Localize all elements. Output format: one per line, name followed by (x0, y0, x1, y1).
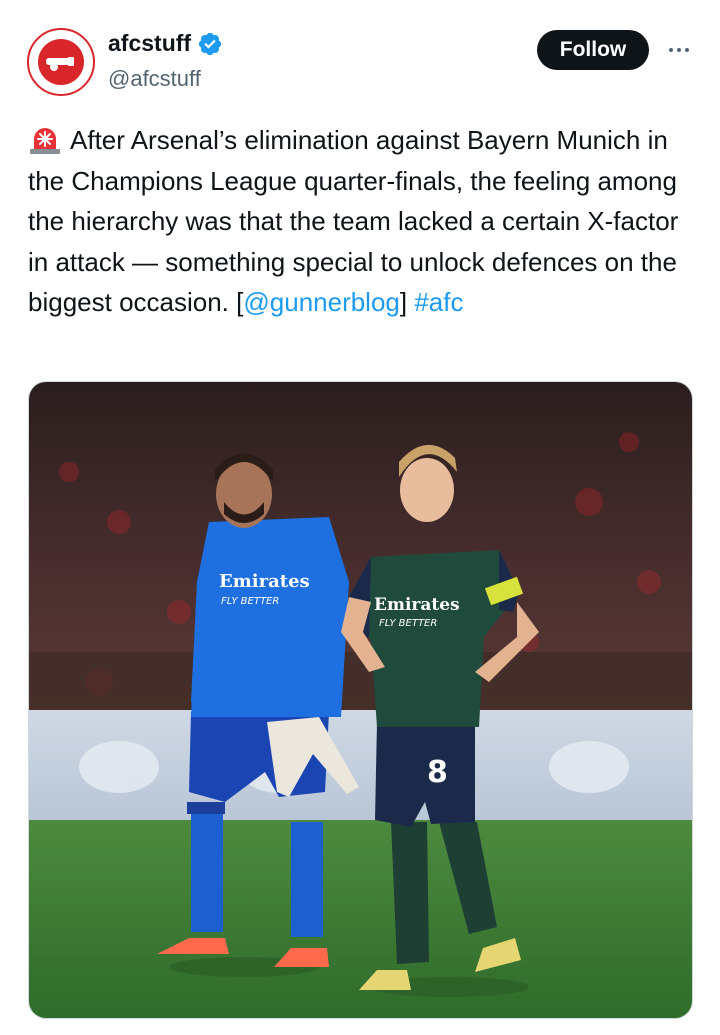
siren-icon (28, 123, 62, 155)
bracket-close: ] (399, 287, 415, 317)
follow-button[interactable]: Follow (537, 30, 649, 70)
display-name[interactable]: afcstuff (108, 30, 191, 57)
shirt-sponsor-left: Emirates (219, 571, 310, 592)
avatar[interactable] (27, 28, 95, 96)
cannon-logo-icon (38, 39, 84, 85)
more-options-icon[interactable] (664, 36, 694, 64)
tweet-photo[interactable]: Emirates FLY BETTER 8 Emirates FLY BETTE… (28, 381, 693, 1019)
tweet-header: afcstuff @afcstuff Follow (0, 0, 720, 110)
hashtag-link[interactable]: #afc (414, 287, 463, 317)
shirt-number: 8 (427, 755, 448, 790)
mention-link[interactable]: @gunnerblog (243, 287, 400, 317)
tweet-text: After Arsenal’s elimination against Baye… (28, 120, 703, 323)
shirt-sub-right: FLY BETTER (379, 618, 437, 629)
shirt-sponsor-right: Emirates (374, 595, 460, 615)
shirt-sub-left: FLY BETTER (221, 596, 279, 607)
user-handle[interactable]: @afcstuff (108, 66, 201, 92)
verified-badge-icon (197, 31, 223, 57)
